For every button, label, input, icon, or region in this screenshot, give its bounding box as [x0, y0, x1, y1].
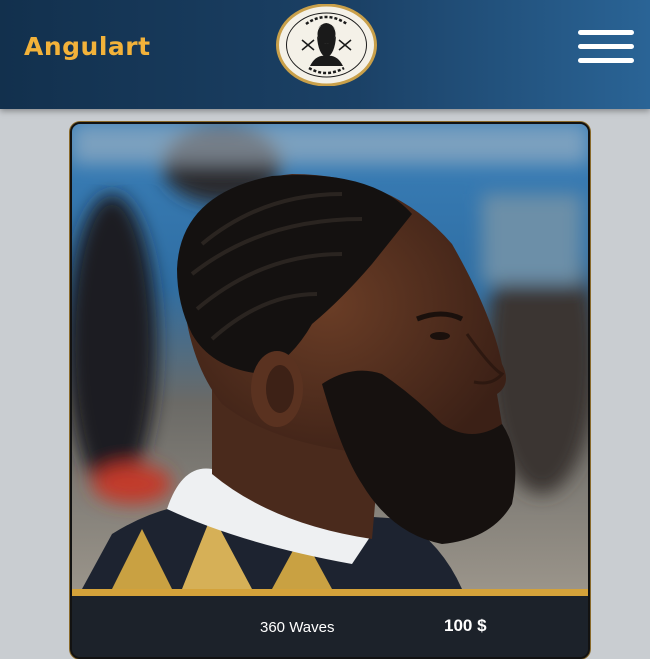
service-price: 100 $	[444, 616, 487, 635]
menu-line	[578, 30, 634, 35]
menu-line	[578, 44, 634, 49]
service-photo	[72, 124, 588, 589]
hamburger-menu-icon[interactable]	[578, 30, 634, 64]
brand-logo-text[interactable]: Angulart	[24, 32, 151, 61]
service-card[interactable]: 360 Waves 100 $	[70, 122, 590, 659]
service-name: 360 Waves	[260, 619, 335, 636]
card-accent-bar	[72, 589, 588, 596]
top-navbar: Angulart	[0, 0, 650, 109]
card-footer: 360 Waves 100 $	[72, 596, 588, 657]
menu-line	[578, 58, 634, 63]
barber-shop-logo-icon[interactable]	[276, 3, 377, 87]
